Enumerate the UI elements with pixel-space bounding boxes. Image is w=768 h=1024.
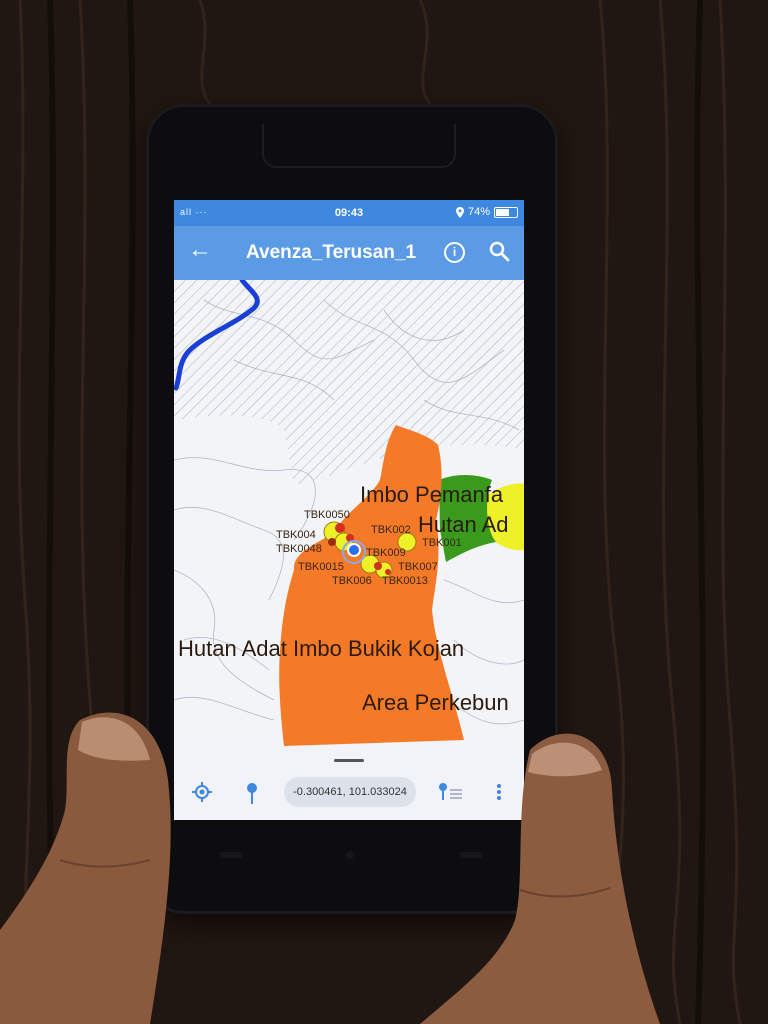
point-label: TBK007	[398, 561, 438, 573]
search-icon[interactable]	[488, 240, 510, 262]
location-icon	[455, 206, 464, 218]
current-location-dot	[347, 543, 361, 557]
point-label: TBK001	[422, 537, 462, 549]
map-view[interactable]: Imbo Pemanfa Hutan Ad Hutan Adat Imbo Bu…	[174, 277, 524, 748]
right-thumb	[420, 733, 660, 1024]
locate-icon[interactable]	[192, 782, 212, 802]
back-arrow-icon[interactable]: ←	[188, 238, 212, 262]
battery-percent: 74%	[467, 206, 490, 218]
point-label: TBK0048	[276, 543, 322, 555]
region-label: Hutan Adat Imbo Bukik Kojan	[178, 636, 465, 661]
point-label: TBK009	[366, 547, 406, 559]
pin-icon[interactable]	[246, 782, 258, 806]
point-label: TBK006	[332, 575, 372, 587]
region-label: Area Perkebun	[362, 690, 509, 715]
map-title: Avenza_Terusan_1	[246, 242, 417, 263]
status-right: 74%	[455, 206, 518, 218]
point-label: TBK0013	[382, 575, 428, 587]
coordinates-readout[interactable]: -0.300461, 101.033024	[284, 777, 416, 807]
drag-handle[interactable]	[334, 759, 364, 762]
status-bar: all ··· 09:43 74%	[174, 200, 524, 226]
point-label: TBK0050	[304, 509, 350, 521]
phone-earpiece	[262, 124, 456, 168]
region-label: Hutan Ad	[418, 512, 509, 537]
point-label: TBK004	[276, 529, 316, 541]
app-bar: ← Avenza_Terusan_1 i	[174, 226, 524, 280]
point-label: TBK002	[371, 524, 411, 536]
battery-icon	[494, 206, 518, 218]
battery-fill	[496, 208, 510, 216]
info-icon[interactable]: i	[444, 242, 465, 263]
left-thumb	[0, 712, 171, 1024]
point-label: TBK0015	[298, 561, 344, 573]
region-label: Imbo Pemanfa	[360, 482, 504, 507]
